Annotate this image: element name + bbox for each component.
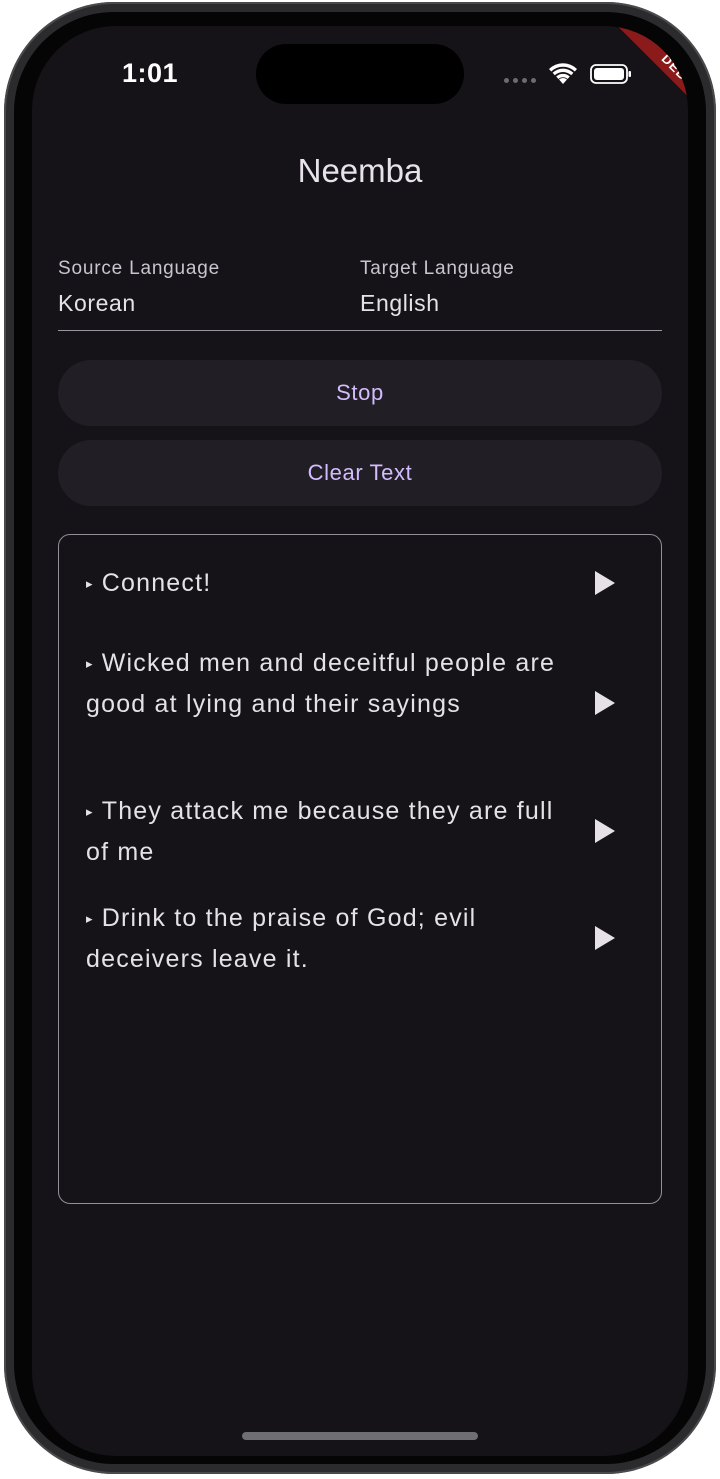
play-icon[interactable] (590, 569, 618, 597)
bullet-icon: ▸ (86, 911, 94, 926)
clear-text-button[interactable]: Clear Text (58, 440, 662, 506)
wifi-icon (549, 63, 577, 84)
target-language-field[interactable]: Target Language English (360, 258, 515, 317)
source-language-value[interactable]: Korean (58, 290, 220, 317)
entry-text-content: They attack me because they are full of … (86, 797, 554, 866)
app-screen: 1:01 DEBUG Neemba Source Language Korean… (32, 26, 688, 1456)
translation-output-box: ▸ Connect! ▸ Wicked men and deceitful peop… (58, 534, 662, 1204)
list-item: ▸ They attack me because they are full of… (86, 791, 646, 872)
bullet-icon: ▸ (86, 804, 94, 819)
entry-text: ▸ Connect! (86, 563, 566, 604)
play-icon[interactable] (590, 689, 618, 717)
entry-text: ▸ Drink to the praise of God; evil deceiv… (86, 898, 566, 979)
source-language-label: Source Language (58, 258, 221, 279)
home-indicator[interactable] (242, 1432, 478, 1440)
target-language-value[interactable]: English (360, 290, 515, 317)
stop-button[interactable]: Stop (58, 360, 662, 426)
target-language-label: Target Language (360, 258, 515, 279)
entry-text-content: Connect! (101, 569, 212, 597)
list-item: ▸ Wicked men and deceitful people are goo… (86, 643, 646, 724)
dynamic-island (256, 44, 464, 104)
entry-text-content: Drink to the praise of God; evil deceive… (86, 904, 477, 973)
entry-text: ▸ They attack me because they are full of… (86, 791, 566, 872)
entry-text-content: Wicked men and deceitful people are good… (86, 649, 556, 718)
play-icon[interactable] (590, 817, 618, 845)
debug-banner-label: DEBUG (617, 26, 688, 140)
play-icon[interactable] (590, 924, 618, 952)
entry-text: ▸ Wicked men and deceitful people are goo… (86, 643, 566, 724)
list-item: ▸ Drink to the praise of God; evil deceiv… (86, 898, 646, 979)
status-time: 1:01 (122, 58, 179, 88)
signal-dots-icon (504, 78, 536, 83)
language-selector[interactable]: Source Language Korean Target Language E… (58, 258, 662, 331)
bullet-icon: ▸ (86, 576, 94, 591)
list-item: ▸ Connect! (86, 563, 646, 604)
app-title: Neemba (297, 152, 423, 189)
source-language-field[interactable]: Source Language Korean (58, 258, 220, 317)
bullet-icon: ▸ (86, 656, 94, 671)
